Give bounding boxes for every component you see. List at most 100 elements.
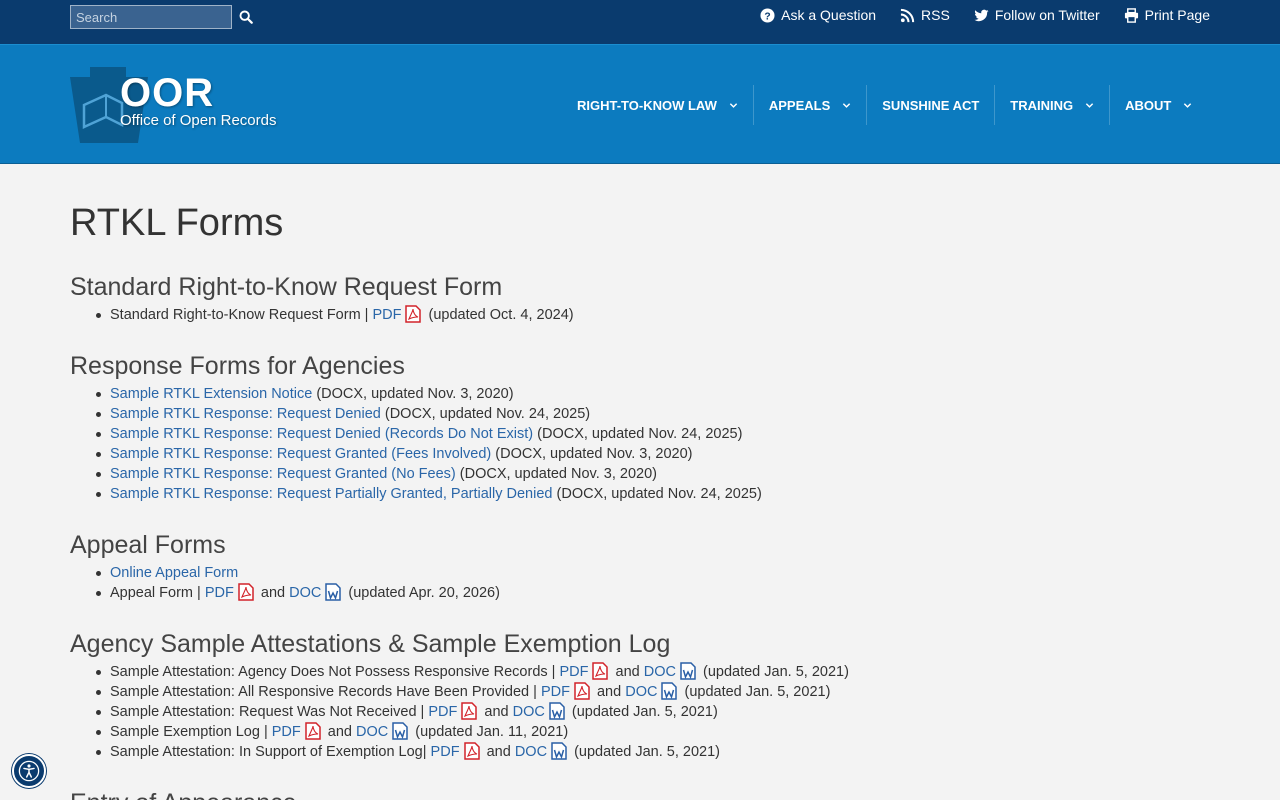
updated-note: (updated Jan. 5, 2021) [684, 684, 831, 700]
item-label: Sample Attestation: All Responsive Recor… [110, 684, 537, 700]
chevron-down-icon [843, 102, 851, 108]
search-input[interactable] [70, 5, 232, 29]
pdf-link[interactable]: PDF [559, 664, 588, 680]
item-note: (DOCX, updated Nov. 24, 2025) [384, 406, 591, 422]
item-note: (DOCX, updated Nov. 3, 2020) [459, 466, 657, 482]
pdf-file-icon[interactable] [405, 305, 422, 323]
section-heading: Agency Sample Attestations & Sample Exem… [70, 630, 671, 658]
nav-label: ABOUT [1125, 97, 1172, 113]
rss-icon [900, 8, 915, 22]
pdf-link[interactable]: PDF [431, 744, 460, 760]
nav-about[interactable]: ABOUT [1109, 85, 1207, 125]
list-item: Appeal Form | PDF and DOC (updated Apr. … [70, 583, 1210, 603]
utility-bar: ? Ask a Question RSS Follow on Twitter P… [0, 0, 1280, 44]
pdf-link[interactable]: PDF [272, 724, 301, 740]
list-item: Sample RTKL Response: Request Denied (DO… [70, 404, 1210, 424]
print-page-link[interactable]: Print Page [1124, 7, 1210, 23]
nav-appeals[interactable]: APPEALS [752, 85, 866, 125]
doc-link[interactable]: DOC [644, 664, 676, 680]
nav-right-to-know-law[interactable]: RIGHT-TO-KNOW LAW [562, 85, 753, 125]
pdf-file-icon[interactable] [461, 702, 478, 720]
main-nav: RIGHT-TO-KNOW LAW APPEALS SUNSHINE ACT T… [562, 45, 1207, 165]
rss-link[interactable]: RSS [900, 7, 950, 23]
rss-label: RSS [921, 7, 950, 23]
item-label: Sample Attestation: In Support of Exempt… [110, 744, 427, 760]
nav-label: RIGHT-TO-KNOW LAW [577, 97, 717, 113]
twitter-link[interactable]: Follow on Twitter [974, 7, 1100, 23]
item-label: Sample Attestation: Agency Does Not Poss… [110, 664, 556, 680]
utility-links: ? Ask a Question RSS Follow on Twitter P… [760, 0, 1210, 30]
updated-note: (updated Jan. 5, 2021) [703, 664, 849, 680]
and-text: and [486, 744, 511, 760]
page-title: RTKL Forms [70, 202, 284, 244]
doc-link[interactable]: DOC [625, 684, 657, 700]
item-label: Sample Exemption Log | [110, 724, 268, 740]
ask-question-link[interactable]: ? Ask a Question [760, 7, 876, 23]
word-doc-icon[interactable] [680, 662, 696, 680]
form-link[interactable]: Sample RTKL Response: Request Granted (F… [110, 446, 491, 462]
form-link[interactable]: Sample RTKL Response: Request Denied (Re… [110, 426, 533, 442]
list-item: Sample RTKL Response: Request Denied (Re… [70, 424, 1210, 444]
search-icon[interactable] [239, 10, 253, 24]
word-doc-icon[interactable] [549, 702, 565, 720]
word-doc-icon[interactable] [551, 742, 567, 760]
list-item: Online Appeal Form [70, 563, 1210, 583]
section-response-forms: Response Forms for Agencies Sample RTKL … [70, 351, 1210, 504]
form-link[interactable]: Sample RTKL Extension Notice [110, 386, 312, 402]
word-doc-icon[interactable] [325, 583, 342, 601]
doc-link[interactable]: DOC [513, 704, 545, 720]
and-text: and [484, 704, 509, 720]
list-item: Standard Right-to-Know Request Form | PD… [70, 305, 1210, 325]
pdf-file-icon[interactable] [592, 662, 609, 680]
pdf-file-icon[interactable] [238, 583, 254, 601]
form-link[interactable]: Sample RTKL Response: Request Partially … [110, 486, 552, 502]
and-text: and [327, 724, 352, 740]
section-standard-request: Standard Right-to-Know Request Form Stan… [70, 272, 1210, 325]
pdf-file-icon[interactable] [305, 722, 321, 740]
site-logo[interactable]: OOR Office of Open Records [70, 65, 280, 145]
doc-link[interactable]: DOC [289, 585, 321, 601]
doc-link[interactable]: DOC [356, 724, 388, 740]
main-content: RTKL Forms Standard Right-to-Know Reques… [70, 200, 1210, 800]
item-note: (DOCX, updated Nov. 3, 2020) [495, 446, 693, 462]
logo-name: Office of Open Records [120, 112, 277, 129]
print-page-label: Print Page [1144, 7, 1210, 23]
updated-note: (updated Jan. 5, 2021) [571, 704, 718, 720]
list-item: Sample Attestation: All Responsive Recor… [70, 682, 1210, 702]
pdf-link[interactable]: PDF [541, 684, 570, 700]
pdf-file-icon[interactable] [574, 682, 590, 700]
list-item: Sample RTKL Response: Request Partially … [70, 484, 1210, 504]
item-label: Standard Right-to-Know Request Form | [110, 307, 369, 323]
nav-training[interactable]: TRAINING [994, 85, 1109, 125]
accessibility-button[interactable] [12, 754, 46, 788]
list-item: Sample RTKL Response: Request Granted (F… [70, 444, 1210, 464]
form-link[interactable]: Sample RTKL Response: Request Granted (N… [110, 466, 456, 482]
pdf-link[interactable]: PDF [428, 704, 457, 720]
word-doc-icon[interactable] [661, 682, 678, 700]
list-item: Sample RTKL Response: Request Granted (N… [70, 464, 1210, 484]
form-list: Sample Attestation: Agency Does Not Poss… [70, 662, 1210, 762]
pdf-link[interactable]: PDF [372, 307, 401, 323]
online-appeal-link[interactable]: Online Appeal Form [110, 565, 238, 581]
accessibility-icon [18, 760, 40, 782]
and-text: and [596, 684, 622, 700]
nav-label: SUNSHINE ACT [882, 97, 980, 113]
logo-acronym: OOR [120, 71, 215, 115]
list-item: Sample Attestation: Request Was Not Rece… [70, 702, 1210, 722]
form-list: Standard Right-to-Know Request Form | PD… [70, 305, 1210, 325]
form-link[interactable]: Sample RTKL Response: Request Denied [110, 406, 381, 422]
section-entry-of-appearance: Entry of Appearance [70, 788, 1210, 800]
list-item: Sample Exemption Log | PDF and DOC (upda… [70, 722, 1210, 742]
item-note: (DOCX, updated Nov. 24, 2025) [556, 486, 762, 502]
doc-link[interactable]: DOC [515, 744, 547, 760]
nav-sunshine-act[interactable]: SUNSHINE ACT [866, 85, 994, 125]
updated-note: (updated Jan. 5, 2021) [574, 744, 720, 760]
pdf-file-icon[interactable] [463, 742, 480, 760]
chevron-down-icon [1085, 102, 1094, 108]
pdf-link[interactable]: PDF [205, 585, 234, 601]
print-icon [1124, 7, 1138, 23]
chevron-down-icon [1184, 102, 1192, 108]
nav-label: APPEALS [768, 97, 831, 113]
and-text: and [260, 585, 286, 601]
word-doc-icon[interactable] [392, 722, 408, 740]
